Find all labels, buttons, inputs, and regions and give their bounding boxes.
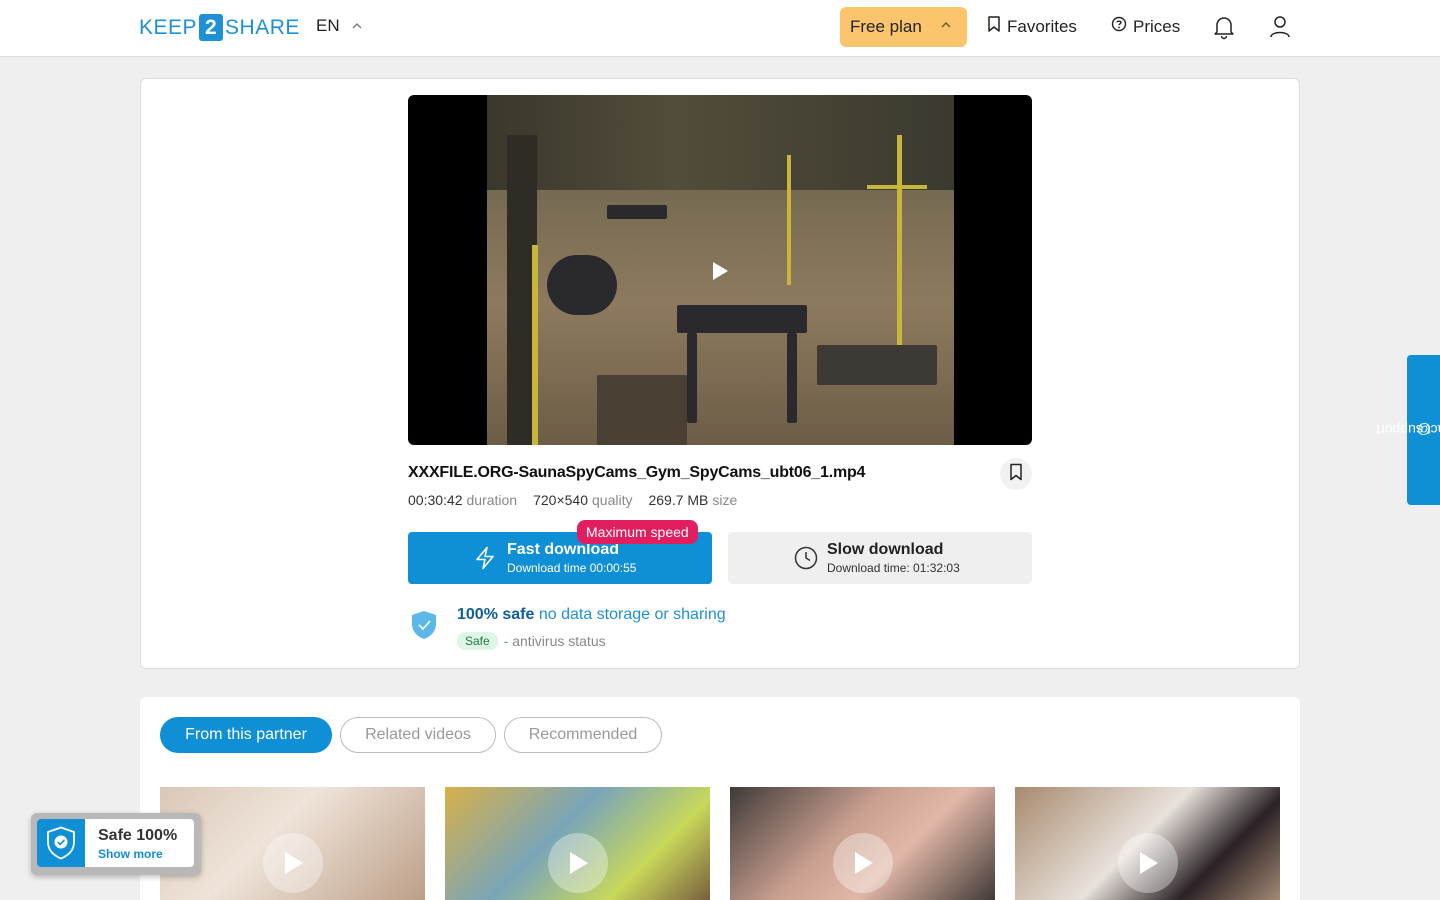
safe-widget-title: Safe 100% [98,827,178,844]
user-icon[interactable] [1268,14,1292,40]
shield-check-icon [411,610,437,645]
language-label: EN [316,16,340,35]
video-thumbnail[interactable] [730,787,995,900]
show-more-link[interactable]: Show more [98,847,163,861]
chevron-up-icon [352,21,362,32]
safety-note: 100% safe no data storage or sharing [457,606,726,623]
fast-download-time: Download time 00:00:55 [507,561,637,575]
slow-download-time: Download time: 01:32:03 [827,561,960,575]
play-icon[interactable] [703,254,737,288]
antivirus-status-text: - antivirus status [503,633,606,649]
play-icon [1118,833,1178,893]
slow-download-button[interactable]: Slow download Download time: 01:32:03 [728,532,1032,584]
file-size: 269.7 MB size [648,492,738,508]
max-speed-badge: Maximum speed [577,520,698,544]
shield-check-icon [37,819,85,867]
tab-related-videos[interactable]: Related videos [340,717,496,753]
plan-dropdown[interactable]: Free plan [840,7,967,47]
favorites-label: Favorites [1007,16,1077,36]
chevron-up-icon [941,20,951,31]
slow-download-label: Slow download [827,541,944,558]
favorites-link[interactable]: Favorites [987,16,1077,37]
video-thumbnail[interactable] [445,787,710,900]
prices-link[interactable]: Prices [1111,16,1180,37]
plan-label: Free plan [850,17,922,36]
safe-widget[interactable]: Safe 100% Show more [31,813,201,875]
prices-label: Prices [1133,16,1181,36]
language-selector[interactable]: EN [316,16,362,36]
quality: 720×540 quality [533,492,633,508]
bookmark-icon [987,16,1001,37]
bell-icon[interactable] [1212,14,1236,40]
duration: 00:30:42 duration [408,492,518,508]
play-icon [263,833,323,893]
site-logo[interactable]: KEEP 2 SHARE [139,14,300,41]
logo-prefix: KEEP [139,15,198,39]
antivirus-status: Safe - antivirus status [457,632,606,650]
tab-from-this-partner[interactable]: From this partner [160,717,332,753]
top-header: KEEP 2 SHARE EN Free plan Favorites Prices [0,0,1440,57]
logo-suffix: SHARE [225,15,300,39]
logo-mid: 2 [199,14,224,41]
add-favorite-button[interactable] [1000,458,1032,490]
tab-recommended[interactable]: Recommended [504,717,662,753]
lightning-icon [474,546,496,575]
safe-badge: Safe [457,632,498,650]
question-circle-icon [1111,16,1127,37]
file-name: XXXFILE.ORG-SaunaSpyCams_Gym_SpyCams_ubt… [408,464,866,481]
play-icon [548,833,608,893]
clock-icon [794,546,818,575]
file-meta: 00:30:42 duration 720×540 quality 269.7 MB… [408,492,737,508]
contact-support-tab[interactable]: @ contact support [1376,355,1440,505]
video-thumbnail[interactable] [1015,787,1280,900]
bookmark-icon [1008,463,1024,486]
play-icon [833,833,893,893]
